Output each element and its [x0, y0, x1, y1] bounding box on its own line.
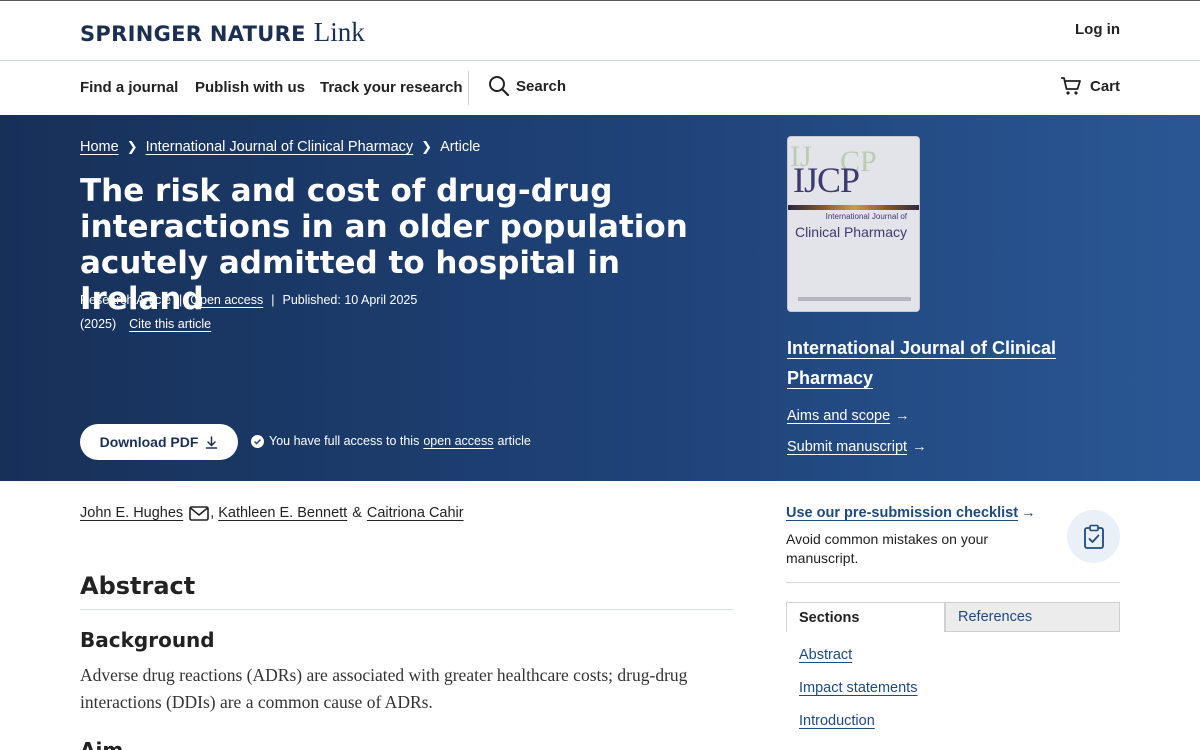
cover-mark: IJCP: [793, 160, 860, 200]
checklist-description: Avoid common mistakes on your manuscript…: [786, 531, 989, 566]
breadcrumb-home[interactable]: Home: [80, 139, 119, 155]
download-icon: [206, 435, 218, 449]
top-header: SPRINGER NATURE Link Log in: [0, 0, 1200, 61]
cite-article-link[interactable]: Cite this article: [129, 317, 211, 331]
article-year: (2025): [80, 317, 117, 331]
article-meta: Research Article | Open access | Publish…: [80, 293, 418, 331]
cart-button[interactable]: Cart: [1060, 76, 1120, 96]
download-pdf-button[interactable]: Download PDF: [80, 424, 238, 460]
arrow-right-icon: →: [1021, 505, 1036, 521]
author-separator: &: [352, 505, 362, 521]
aims-scope-link[interactable]: Aims and scope →: [787, 408, 910, 424]
login-link[interactable]: Log in: [1075, 21, 1120, 38]
open-access-link[interactable]: Open access: [190, 293, 263, 307]
author-list: John E. Hughes , Kathleen E. Bennett & C…: [80, 505, 464, 521]
tab-references[interactable]: References: [945, 602, 1120, 632]
checklist-link-label: Use our pre-submission checklist: [786, 505, 1019, 521]
access-note-link[interactable]: open access: [423, 434, 493, 448]
arrow-right-icon: →: [895, 408, 910, 424]
section-link-impact-statements[interactable]: Impact statements: [799, 680, 917, 696]
author-link[interactable]: Caitriona Cahir: [367, 505, 464, 521]
breadcrumb: Home ❯ International Journal of Clinical…: [80, 139, 480, 155]
journal-name-link[interactable]: International Journal of Clinical Pharma…: [787, 333, 1087, 393]
presubmission-checklist-link[interactable]: Use our pre-submission checklist →: [786, 505, 1036, 521]
nav-divider: [468, 71, 469, 105]
download-pdf-label: Download PDF: [99, 434, 199, 450]
access-note-end: article: [497, 434, 531, 448]
logo-sub-text: Link: [313, 17, 365, 47]
author-link[interactable]: John E. Hughes: [80, 505, 183, 521]
author-link[interactable]: Kathleen E. Bennett: [218, 505, 347, 521]
search-button[interactable]: Search: [488, 75, 566, 97]
cart-label: Cart: [1089, 77, 1120, 95]
submit-manuscript-label: Submit manuscript: [787, 439, 908, 455]
submit-manuscript-link[interactable]: Submit manuscript →: [787, 439, 927, 455]
chevron-right-icon: ❯: [126, 139, 138, 154]
springer-nature-link-logo[interactable]: SPRINGER NATURE Link: [80, 17, 365, 48]
mail-icon[interactable]: [189, 505, 209, 521]
access-note: You have full access to this open access…: [251, 434, 531, 448]
aims-scope-label: Aims and scope: [787, 408, 891, 424]
abstract-heading: Abstract: [80, 572, 196, 600]
background-text: Adverse drug reactions (ADRs) are associ…: [80, 665, 688, 712]
section-link-introduction[interactable]: Introduction: [799, 713, 875, 729]
breadcrumb-current: Article: [440, 139, 481, 155]
article-hero: Home ❯ International Journal of Clinical…: [0, 115, 1200, 481]
background-heading: Background: [80, 628, 215, 652]
arrow-right-icon: →: [912, 439, 927, 455]
access-note-text: You have full access to this: [269, 434, 420, 448]
divider: [80, 609, 733, 610]
tab-sections[interactable]: Sections: [786, 602, 945, 632]
journal-cover-image[interactable]: IJ CP IJCP International Journal of Clin…: [787, 136, 920, 312]
clipboard-check-icon: [1067, 510, 1120, 563]
check-circle-icon: [251, 434, 264, 448]
search-icon: [489, 76, 510, 97]
chevron-right-icon: ❯: [421, 139, 433, 154]
divider: [786, 582, 1120, 583]
published-date: Published: 10 April 2025: [282, 293, 418, 307]
main-nav: Find a journal Publish with us Track you…: [0, 61, 1200, 115]
aim-heading: Aim: [80, 738, 124, 750]
nav-publish[interactable]: Publish with us: [195, 79, 305, 96]
nav-find-journal[interactable]: Find a journal: [80, 79, 178, 96]
breadcrumb-journal[interactable]: International Journal of Clinical Pharma…: [146, 139, 414, 155]
search-label: Search: [516, 77, 567, 95]
cover-title-line2: Clinical Pharmacy: [794, 224, 907, 240]
cover-title-line1: International Journal of: [825, 212, 907, 221]
nav-track-research[interactable]: Track your research: [320, 79, 463, 96]
cart-icon: [1060, 77, 1081, 95]
logo-main-text: SPRINGER NATURE: [80, 22, 306, 46]
article-type: Research Article: [80, 293, 172, 307]
section-link-abstract[interactable]: Abstract: [799, 647, 852, 663]
